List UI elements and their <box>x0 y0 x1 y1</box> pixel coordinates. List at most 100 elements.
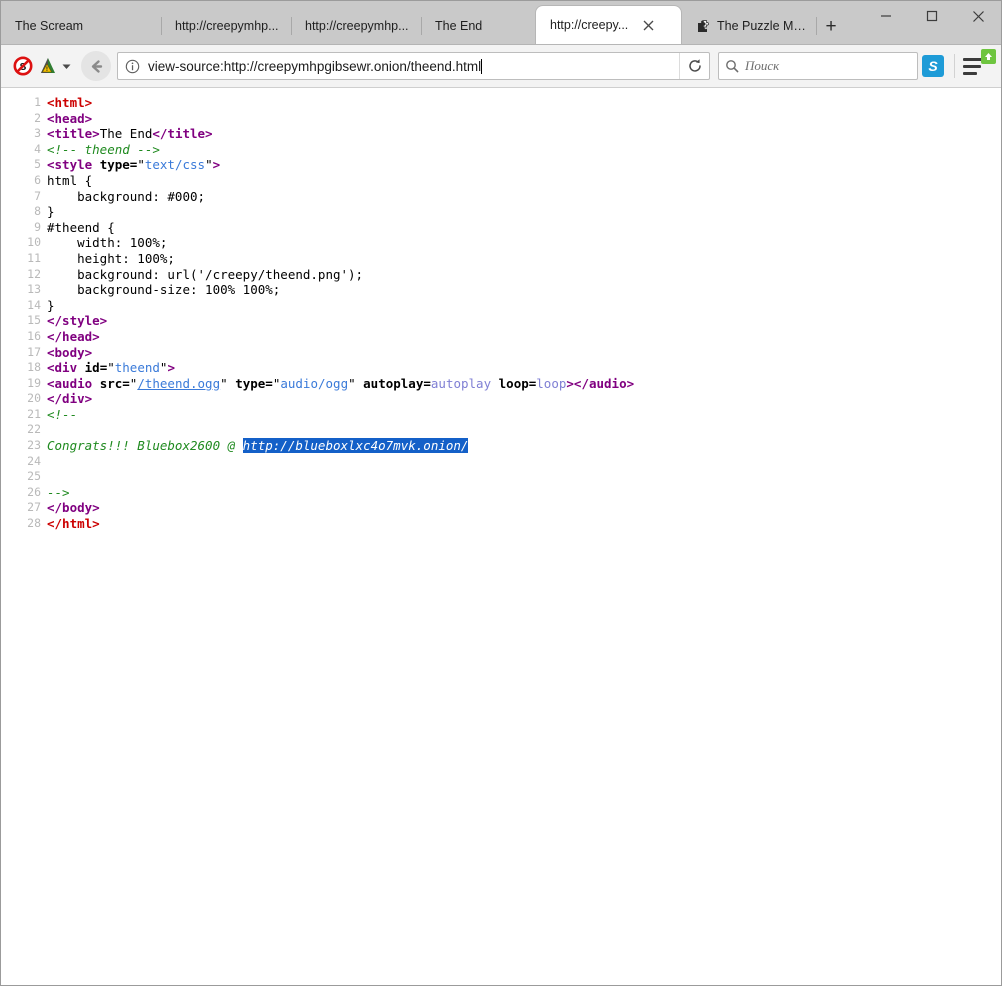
source-line: 17<body> <box>1 345 1001 361</box>
info-icon[interactable] <box>118 53 146 79</box>
https-everywhere-icon[interactable]: ! <box>37 52 59 80</box>
url-value: view-source:http://creepymhpgibsewr.onio… <box>148 59 481 74</box>
line-number: 23 <box>1 438 41 454</box>
code-token: </style> <box>47 313 107 328</box>
code-token: } <box>47 204 55 219</box>
code-token: autoplay <box>431 376 491 391</box>
code-token: The End <box>100 126 153 141</box>
browser-tab[interactable]: The Scream <box>1 8 161 44</box>
source-line: 19<audio src="/theend.ogg" type="audio/o… <box>1 376 1001 392</box>
svg-text:!: ! <box>46 66 48 73</box>
code-token: " <box>137 157 145 172</box>
url-bar[interactable]: view-source:http://creepymhpgibsewr.onio… <box>117 52 710 80</box>
source-line: 16</head> <box>1 329 1001 345</box>
line-number: 1 <box>1 95 41 111</box>
view-source-content[interactable]: 1<html>2<head>3<title>The End</title>4<!… <box>1 88 1001 985</box>
navigation-toolbar: S ! <box>1 45 1001 88</box>
code-token: > <box>213 157 221 172</box>
noscript-icon[interactable]: S <box>9 52 37 80</box>
source-line: 7 background: #000; <box>1 189 1001 205</box>
code-token <box>491 376 499 391</box>
source-line: 12 background: url('/creepy/theend.png')… <box>1 267 1001 283</box>
source-line: 9#theend { <box>1 220 1001 236</box>
minimize-button[interactable] <box>863 1 909 31</box>
source-line: 21<!-- <box>1 407 1001 423</box>
code-token: <head> <box>47 111 92 126</box>
tab-strip: The Scream http://creepymhp... http://cree… <box>1 1 1001 45</box>
source-line: 10 width: 100%; <box>1 235 1001 251</box>
search-bar[interactable]: Поиск <box>718 52 918 80</box>
source-line: 24 <box>1 454 1001 470</box>
source-line: 8} <box>1 204 1001 220</box>
update-badge-icon <box>981 49 996 64</box>
line-number: 25 <box>1 469 41 485</box>
line-code: Congrats!!! Bluebox2600 @ http://bluebox… <box>41 438 468 454</box>
line-number: 12 <box>1 267 41 283</box>
source-line: 3<title>The End</title> <box>1 126 1001 142</box>
url-input[interactable]: view-source:http://creepymhpgibsewr.onio… <box>146 59 679 74</box>
extension-dropdown-caret-icon[interactable] <box>59 52 73 80</box>
search-input[interactable]: Поиск <box>745 58 779 74</box>
tab-close-icon[interactable] <box>638 15 658 35</box>
reload-button[interactable] <box>679 53 709 79</box>
line-code: width: 100%; <box>41 235 167 251</box>
line-number: 7 <box>1 189 41 205</box>
source-line: 27</body> <box>1 500 1001 516</box>
selected-text[interactable]: http://blueboxlxc4o7mvk.onion/ <box>243 438 469 453</box>
source-line: 25 <box>1 469 1001 485</box>
line-code: #theend { <box>41 220 115 236</box>
source-line: 20</div> <box>1 391 1001 407</box>
skype-icon[interactable]: S <box>918 52 948 80</box>
line-number: 8 <box>1 204 41 220</box>
line-code: </style> <box>41 313 107 329</box>
line-code: background: url('/creepy/theend.png'); <box>41 267 363 283</box>
puzzle-icon <box>695 18 711 34</box>
source-line: 14} <box>1 298 1001 314</box>
code-token: text/css <box>145 157 205 172</box>
line-code: </div> <box>41 391 92 407</box>
code-token: --> <box>47 485 70 500</box>
source-line: 22 <box>1 422 1001 438</box>
browser-tab[interactable]: http://creepymhp... <box>291 8 421 44</box>
code-token: id= <box>85 360 108 375</box>
code-token: " <box>107 360 115 375</box>
line-code: height: 100%; <box>41 251 175 267</box>
source-link[interactable]: /theend.ogg <box>137 376 220 391</box>
source-line: 13 background-size: 100% 100%; <box>1 282 1001 298</box>
browser-tab[interactable]: The Puzzle Ma... <box>681 8 816 44</box>
menu-button[interactable] <box>963 52 993 80</box>
toolbar-divider <box>954 54 955 78</box>
maximize-button[interactable] <box>909 1 955 31</box>
tab-label: http://creepymhp... <box>175 19 279 33</box>
browser-tab[interactable]: The End <box>421 8 536 44</box>
line-number: 22 <box>1 422 41 438</box>
line-code: <!-- theend --> <box>41 142 160 158</box>
line-number: 6 <box>1 173 41 189</box>
new-tab-button[interactable]: + <box>816 8 846 44</box>
line-code: } <box>41 204 55 220</box>
code-token: <body> <box>47 345 92 360</box>
line-number: 5 <box>1 157 41 173</box>
tab-list: The Scream http://creepymhp... http://cree… <box>1 0 1001 44</box>
code-token: audio/ogg <box>280 376 348 391</box>
back-button[interactable] <box>81 51 111 81</box>
source-line: 4<!-- theend --> <box>1 142 1001 158</box>
close-button[interactable] <box>955 1 1001 31</box>
code-token: } <box>47 298 55 313</box>
code-token: type= <box>100 157 138 172</box>
line-code: <!-- <box>41 407 77 423</box>
line-code: background: #000; <box>41 189 205 205</box>
browser-tab[interactable]: http://creepymhp... <box>161 8 291 44</box>
new-tab-label: + <box>825 17 836 36</box>
line-number: 26 <box>1 485 41 501</box>
browser-tab[interactable]: http://creepy... <box>536 6 681 44</box>
tab-label: The Scream <box>15 19 83 33</box>
code-token: background: #000; <box>47 189 205 204</box>
line-number: 16 <box>1 329 41 345</box>
code-token: background-size: 100% 100%; <box>47 282 280 297</box>
line-code: <style type="text/css"> <box>41 157 220 173</box>
line-number: 28 <box>1 516 41 532</box>
code-token: html { <box>47 173 92 188</box>
source-line: 28</html> <box>1 516 1001 532</box>
line-code: <div id="theend"> <box>41 360 175 376</box>
